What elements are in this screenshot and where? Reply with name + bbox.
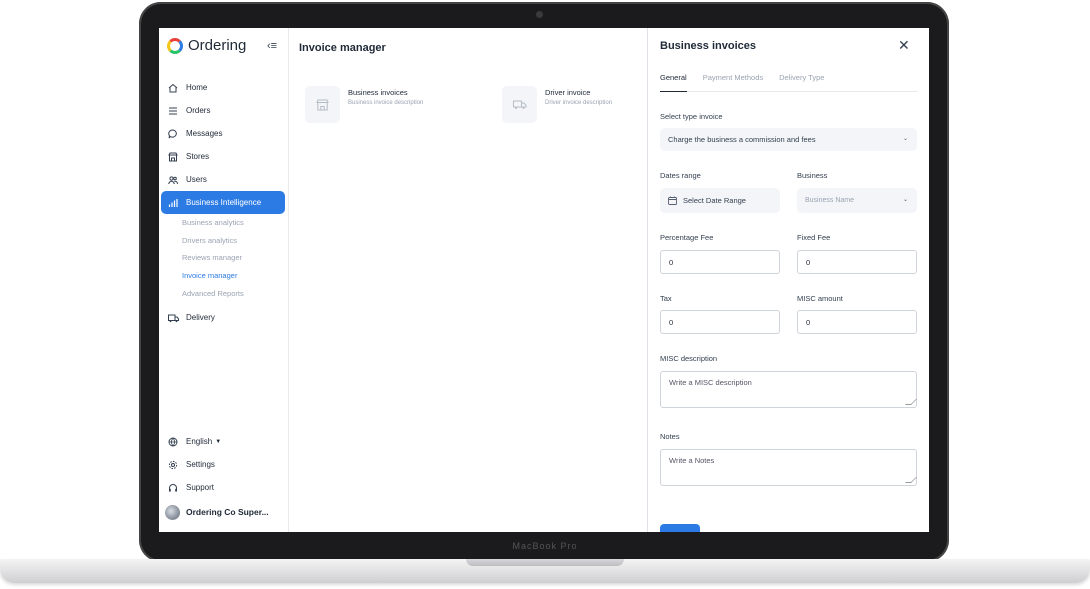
sidebar-footer: English ▼ Settings Support Ordering Co S… [159, 430, 288, 525]
avatar [165, 504, 180, 520]
card-business-invoices[interactable]: Business invoices Business invoice descr… [305, 86, 423, 123]
dates-range-label: Dates range [660, 171, 701, 180]
logo[interactable]: Ordering [167, 37, 246, 54]
submenu-reviews-manager[interactable]: Reviews manager [159, 249, 288, 267]
submenu-business-analytics[interactable]: Business analytics [159, 214, 288, 232]
sidebar-item-orders[interactable]: Orders [159, 99, 288, 122]
card-driver-invoice[interactable]: Driver invoice Driver invoice descriptio… [502, 86, 612, 123]
main-content: Invoice manager Business invoices Busine… [289, 28, 647, 532]
store-icon [167, 151, 179, 163]
user-name: Ordering Co Super... [186, 507, 269, 517]
type-invoice-label: Select type invoice [660, 112, 723, 121]
sidebar-item-label: Home [186, 83, 208, 92]
sidebar-item-stores[interactable]: Stores [159, 145, 288, 168]
truck-icon [502, 86, 537, 123]
misc-description-label: MISC description [660, 354, 718, 363]
sidebar-item-delivery[interactable]: Delivery [159, 306, 288, 329]
drawer-title: Business invoices [660, 40, 756, 52]
collapse-sidebar-icon[interactable]: ‹≡ [267, 40, 277, 52]
logo-text: Ordering [188, 37, 247, 54]
sidebar: Ordering ‹≡ Home Orders Messages Stores [159, 28, 289, 532]
drawer-tabs: General Payment Methods Delivery Type [660, 72, 918, 92]
fixed-fee-input[interactable]: 0 [797, 250, 917, 274]
sidebar-item-label: Messages [186, 129, 223, 138]
home-icon [167, 82, 179, 94]
business-select[interactable]: Business Name ⌄ [797, 188, 917, 213]
percentage-fee-label: Percentage Fee [660, 233, 714, 242]
card-title: Driver invoice [545, 88, 591, 97]
calendar-icon [668, 196, 677, 205]
caret-down-icon: ▼ [215, 438, 222, 445]
percentage-fee-input[interactable]: 0 [660, 250, 780, 274]
submit-button[interactable] [660, 524, 700, 532]
chevron-down-icon: ⌄ [902, 197, 908, 203]
chat-icon [167, 128, 179, 140]
sidebar-nav: Home Orders Messages Stores Users Busine… [159, 76, 288, 329]
card-description: Business invoice description [348, 100, 424, 106]
sidebar-item-messages[interactable]: Messages [159, 122, 288, 145]
globe-icon [167, 436, 179, 448]
sidebar-item-label: Support [186, 483, 215, 492]
misc-amount-input[interactable]: 0 [797, 310, 917, 334]
sidebar-item-settings[interactable]: Settings [159, 453, 288, 476]
notes-textarea[interactable]: Write a Notes [660, 449, 917, 486]
chart-icon [167, 197, 179, 209]
business-label: Business [797, 171, 828, 180]
sidebar-item-support[interactable]: Support [159, 476, 288, 499]
headset-icon [167, 482, 179, 494]
gear-icon [167, 459, 179, 471]
sidebar-item-label: Delivery [186, 313, 215, 323]
sidebar-item-label: Orders [186, 106, 211, 115]
submenu-drivers-analytics[interactable]: Drivers analytics [159, 232, 288, 250]
sidebar-item-label: Settings [186, 460, 215, 469]
language-label: English [186, 437, 213, 446]
tab-general[interactable]: General [660, 72, 687, 92]
misc-amount-label: MISC amount [797, 294, 843, 303]
camera [536, 11, 543, 18]
tab-payment-methods[interactable]: Payment Methods [703, 72, 763, 91]
sidebar-item-users[interactable]: Users [159, 168, 288, 191]
type-invoice-select[interactable]: Charge the business a commission and fee… [660, 128, 917, 151]
card-title: Business invoices [348, 88, 408, 97]
language-selector[interactable]: English ▼ [159, 430, 288, 453]
submenu-advanced-reports[interactable]: Advanced Reports [159, 285, 288, 303]
sidebar-item-label: Users [186, 175, 207, 184]
logo-icon [167, 37, 183, 54]
fixed-fee-label: Fixed Fee [797, 233, 831, 242]
tax-label: Tax [660, 294, 672, 303]
type-invoice-value: Charge the business a commission and fee… [668, 135, 816, 144]
tab-delivery-type[interactable]: Delivery Type [779, 72, 824, 91]
screen: Ordering ‹≡ Home Orders Messages Stores [159, 28, 929, 532]
page-title: Invoice manager [299, 42, 386, 54]
submenu-invoice-manager[interactable]: Invoice manager [159, 267, 288, 285]
truck-icon [167, 312, 179, 324]
user-profile[interactable]: Ordering Co Super... [159, 499, 288, 525]
users-icon [167, 174, 179, 186]
misc-description-textarea[interactable]: Write a MISC description [660, 371, 917, 408]
list-icon [167, 105, 179, 117]
business-placeholder: Business Name [805, 197, 855, 204]
chevron-down-icon: ⌄ [902, 136, 908, 142]
laptop-notch [466, 559, 624, 566]
date-range-placeholder: Select Date Range [683, 196, 746, 205]
tax-input[interactable]: 0 [660, 310, 780, 334]
sidebar-item-label: Business Intelligence [186, 198, 262, 207]
sidebar-item-label: Stores [186, 152, 210, 161]
notes-label: Notes [660, 432, 680, 441]
close-icon[interactable]: ✕ [898, 38, 910, 52]
sidebar-item-business-intelligence[interactable]: Business Intelligence [161, 191, 285, 214]
device-brand: MacBook Pro [512, 541, 578, 551]
card-description: Driver invoice description [545, 100, 613, 106]
sidebar-item-home[interactable]: Home [159, 76, 288, 99]
store-icon [305, 86, 340, 123]
date-range-picker[interactable]: Select Date Range [660, 188, 780, 213]
business-invoices-drawer: Business invoices ✕ General Payment Meth… [647, 28, 929, 532]
